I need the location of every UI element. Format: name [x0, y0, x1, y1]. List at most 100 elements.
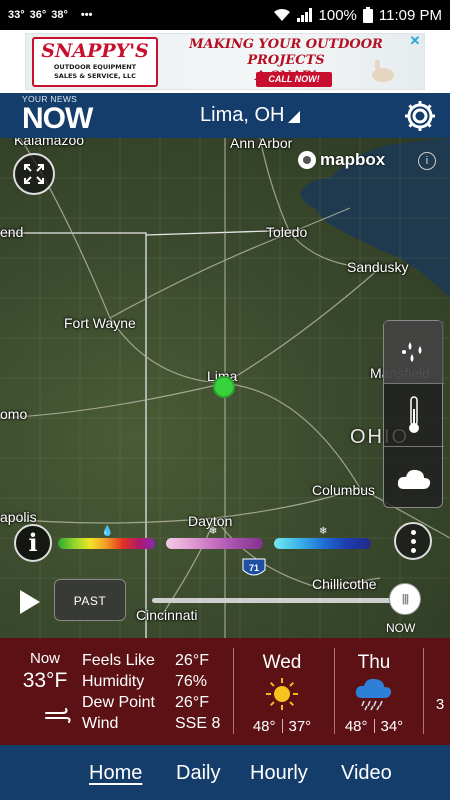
current-location-marker [213, 376, 235, 398]
detail-label: Dew Point [82, 694, 155, 711]
precipitation-layer-button[interactable] [384, 321, 444, 383]
ad-logo-subtitle-2: SALES & SERVICE, LLC [54, 72, 136, 80]
notification-temp-3: 38° [51, 9, 68, 21]
city-label: omo [0, 406, 28, 422]
timeline-track[interactable] [152, 598, 404, 603]
gear-icon[interactable] [402, 98, 438, 134]
cloud-icon [397, 469, 431, 489]
ad-call-button[interactable]: CALL NOW! [256, 72, 332, 87]
forecast-low: 37° [288, 718, 312, 735]
rain-cloud-icon [355, 678, 392, 711]
rain-drop-icon: 💧 [101, 526, 114, 537]
divider [233, 648, 234, 734]
rain-legend-bar [58, 538, 155, 549]
brand-logo: YOUR NEWS NOW [22, 94, 93, 135]
location-selector[interactable]: Lima, OH [200, 104, 301, 127]
thermometer-icon [409, 396, 419, 433]
legend-info-button[interactable]: i [14, 524, 52, 562]
nav-daily[interactable]: Daily [176, 762, 220, 785]
ad-content[interactable]: SNAPPY'S OUTDOOR EQUIPMENT SALES & SERVI… [25, 33, 425, 90]
mapbox-text: mapbox [320, 150, 386, 169]
mix-icon: ❄ [209, 526, 218, 537]
forecast-day-name: Thu [357, 652, 391, 673]
wind-row: Wind SSE 8 [82, 713, 220, 734]
detail-label: Wind [82, 715, 119, 732]
forecast-temps: 48° 37° [242, 718, 322, 735]
notification-temp-1: 33° [8, 9, 25, 21]
mapbox-logo-icon [298, 151, 316, 169]
nav-video[interactable]: Video [341, 762, 392, 785]
nav-home[interactable]: Home [89, 762, 142, 785]
highway-number: 71 [249, 563, 259, 573]
notification-temp-2: 36° [29, 9, 47, 21]
timeline-now-label: NOW [386, 621, 416, 635]
current-temperature: 33°F [22, 669, 68, 692]
signal-icon [296, 8, 312, 22]
wifi-icon [273, 8, 290, 21]
timeline-slider-handle[interactable]: ||| [389, 583, 421, 615]
radar-map[interactable]: 71 Kalamazoo Ann Arbor end Toledo Sandus… [0, 138, 450, 638]
ad-logo-title: SNAPPY'S [41, 40, 149, 62]
detail-value: 26°F [175, 652, 209, 669]
battery-percent: 100% [318, 6, 357, 24]
detail-value: 26°F [175, 694, 209, 711]
city-label: Kalamazoo [14, 138, 85, 148]
forecast-day-thu[interactable]: Thu 48° 34° [334, 652, 414, 735]
mapbox-attribution[interactable]: mapbox [298, 150, 385, 170]
dew-point-row: Dew Point 26°F [82, 692, 220, 713]
humidity-row: Humidity 76% [82, 671, 220, 692]
ad-banner[interactable]: SNAPPY'S OUTDOOR EQUIPMENT SALES & SERVI… [0, 30, 450, 93]
play-icon[interactable] [20, 590, 40, 614]
forecast-day-wed[interactable]: Wed 48° 37° [242, 652, 322, 735]
caret-down-icon [288, 111, 301, 123]
forecast-high: 3 [435, 696, 445, 713]
dot-icon [410, 547, 416, 553]
ad-close-icon[interactable]: ✕ [408, 34, 422, 48]
city-label: Ann Arbor [230, 138, 293, 151]
status-bar: 33° 36° 38° ••• 100% 11:09 PM [0, 0, 450, 30]
wind-icon [45, 708, 71, 723]
ad-logo-subtitle-1: OUTDOOR EQUIPMENT [53, 63, 137, 71]
snowflake-icon: ❄ [319, 526, 328, 537]
current-temp-block: Now 33°F [18, 650, 72, 693]
forecast-temps: 48° 34° [334, 718, 414, 735]
clock: 11:09 PM [378, 6, 442, 24]
forecast-high: 48° [344, 718, 368, 735]
location-name: Lima, OH [200, 104, 285, 126]
brand-name: NOW [22, 102, 93, 135]
sun-icon [266, 678, 298, 710]
expand-icon [24, 164, 44, 184]
forecast-low: 34° [380, 718, 404, 735]
city-label: Chillicothe [312, 576, 377, 592]
past-button[interactable]: PAST [54, 579, 126, 621]
attribution-info-icon[interactable]: i [418, 152, 436, 170]
dot-icon [410, 538, 416, 544]
city-label: Cincinnati [136, 607, 198, 623]
ad-logo: SNAPPY'S OUTDOOR EQUIPMENT SALES & SERVI… [32, 37, 158, 87]
fullscreen-button[interactable] [13, 153, 55, 195]
precipitation-icon [402, 342, 422, 362]
forecast-day-partial[interactable]: 3 [430, 652, 450, 713]
nav-hourly[interactable]: Hourly [250, 762, 308, 785]
city-label: Sandusky [347, 259, 409, 275]
city-label: apolis [0, 509, 37, 525]
notification-icons: 33° 36° 38° ••• [8, 9, 92, 21]
notification-more: ••• [80, 9, 93, 21]
city-label: Columbus [312, 482, 376, 498]
detail-label: Humidity [82, 673, 145, 690]
feels-like-row: Feels Like 26°F [82, 650, 220, 671]
city-label: Toledo [266, 224, 308, 240]
now-label: Now [29, 650, 60, 667]
mix-legend-bar [166, 538, 263, 549]
detail-label: Feels Like [82, 652, 155, 669]
forecast-high: 48° [252, 718, 276, 735]
city-label: Fort Wayne [64, 315, 136, 331]
temperature-layer-button[interactable] [384, 384, 444, 446]
layer-panel [383, 320, 444, 509]
more-options-button[interactable] [394, 522, 432, 560]
app-header: YOUR NEWS NOW Lima, OH [0, 93, 450, 138]
cloud-layer-button[interactable] [384, 447, 444, 509]
bunny-icon [372, 60, 394, 82]
detail-value: 76% [175, 673, 208, 690]
current-conditions[interactable]: Now 33°F Feels Like 26°F Humidity 76% De… [0, 638, 450, 745]
